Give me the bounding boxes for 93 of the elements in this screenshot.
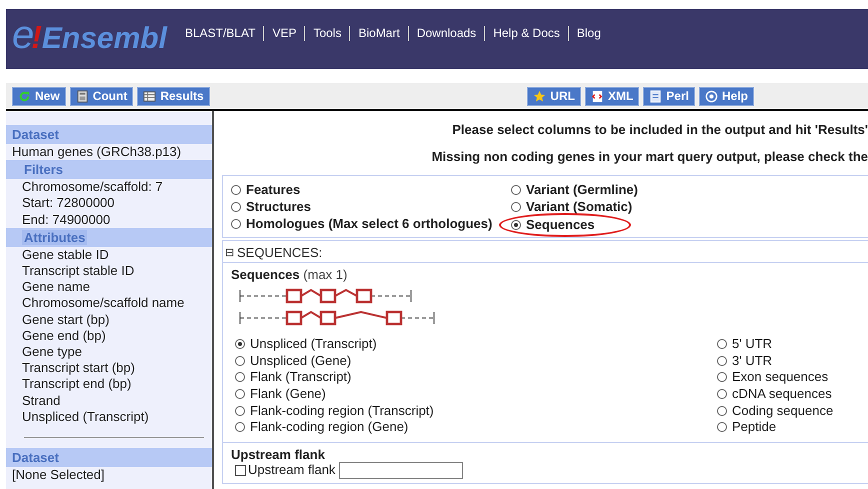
refresh-icon [18, 90, 31, 102]
sidebar-item: End: 74900000 [21, 212, 112, 228]
radio-option[interactable]: 5' UTR [717, 336, 772, 353]
option-label: Variant (Germline) [526, 182, 638, 198]
radio-option[interactable]: Flank (Gene) [235, 386, 326, 402]
radio-option[interactable]: Variant (Germline) [511, 181, 638, 198]
nav-link[interactable]: Downloads [408, 26, 484, 41]
option-label: 3' UTR [732, 352, 772, 369]
scroll-icon [649, 90, 662, 102]
radio-button[interactable] [231, 202, 241, 212]
option-label: Structures [246, 198, 312, 214]
calculator-icon [76, 90, 89, 102]
option-label: 5' UTR [732, 336, 772, 352]
radio-button[interactable] [235, 339, 245, 350]
radio-button[interactable] [511, 202, 521, 212]
option-label: Upstream flank [248, 462, 336, 478]
info-message: Missing non coding genes in your mart query output, please check the [430, 148, 868, 165]
sidebar-item: [None Selected] [11, 467, 106, 484]
radio-option[interactable]: Exon sequences [717, 369, 828, 386]
group-heading: Sequences (max 1) [231, 267, 348, 282]
option-label: Sequences [526, 216, 595, 232]
radio-button[interactable] [717, 389, 727, 400]
sidebar-item: Unspliced (Transcript) [21, 408, 150, 426]
sidebar-item: Gene name [21, 279, 91, 296]
radio-option[interactable]: Structures [231, 198, 312, 215]
collapse-toggle[interactable]: ⊟ [225, 246, 234, 259]
toolbar-button[interactable]: Perl [643, 86, 695, 106]
sidebar-item: Transcript start (bp) [21, 360, 136, 376]
radio-option[interactable]: Features [231, 181, 300, 198]
sidebar-item: Human genes (GRCh38.p13) [11, 144, 182, 160]
option-label: Unspliced (Gene) [250, 352, 352, 369]
toolbar-button[interactable]: Help [698, 86, 754, 106]
radio-option[interactable]: Coding sequence [717, 402, 834, 419]
option-label: cDNA sequences [732, 386, 832, 402]
sidebar-item: Chromosome/scaffold name [21, 295, 186, 312]
sidebar-item: Transcript end (bp) [21, 376, 132, 393]
nav-link[interactable]: BLAST/BLAT [176, 26, 264, 41]
section-title: SEQUENCES: [237, 245, 322, 260]
nav-link[interactable]: Help & Docs [484, 26, 568, 41]
toolbar-button[interactable]: Results [137, 86, 210, 106]
option-label: Flank (Transcript) [250, 369, 352, 386]
circled-radio-option[interactable]: Sequences [499, 213, 631, 237]
sidebar-item: Start: 72800000 [21, 195, 116, 212]
nav-link[interactable]: VEP [263, 26, 304, 41]
radio-button[interactable] [717, 406, 727, 416]
radio-button[interactable] [235, 389, 245, 400]
option-label: Coding sequence [732, 402, 834, 419]
toolbar-button[interactable]: New [12, 86, 66, 106]
radio-button[interactable] [717, 422, 727, 432]
sidebar-item: Chromosome/scaffold: 7 [21, 179, 164, 196]
info-message: Please select columns to be included in the output and hit 'Results' [451, 121, 868, 138]
sidebar-item: Gene type [21, 344, 83, 360]
sidebar-item: Transcript stable ID [21, 263, 136, 280]
radio-button[interactable] [231, 218, 241, 228]
radio-button[interactable] [235, 356, 245, 366]
radio-option[interactable]: Flank (Transcript) [235, 369, 352, 386]
sidebar-item: Strand [21, 392, 62, 409]
radio-button[interactable] [511, 184, 521, 194]
radio-button[interactable] [235, 406, 245, 416]
radio-button[interactable] [717, 356, 727, 366]
table-icon [143, 90, 156, 102]
toolbar-button[interactable]: XML [584, 86, 640, 106]
nav-link[interactable]: Blog [568, 26, 609, 41]
option-label: Variant (Somatic) [526, 198, 632, 214]
radio-button[interactable] [235, 422, 245, 432]
checkbox-option[interactable]: Upstream flank [223, 462, 464, 479]
radio-option[interactable]: Peptide [717, 418, 776, 436]
checkbox[interactable] [235, 464, 246, 476]
option-label: Peptide [732, 419, 776, 436]
radio-button[interactable] [511, 220, 521, 230]
sidebar-item: Gene start (bp) [21, 312, 110, 328]
option-label: Exon sequences [732, 369, 828, 386]
sidebar-item: Gene end (bp) [21, 328, 107, 344]
radio-button[interactable] [235, 372, 245, 382]
nav-link[interactable]: Tools [304, 26, 350, 41]
sidebar-item: Gene stable ID [21, 246, 110, 264]
document-icon [590, 90, 604, 102]
option-label: Flank (Gene) [250, 386, 326, 402]
radio-option[interactable]: Variant (Somatic) [511, 198, 632, 215]
toolbar-button[interactable]: Count [70, 86, 134, 106]
option-label: Features [246, 182, 300, 198]
star-icon [533, 90, 546, 102]
group-heading: Upstream flank [230, 446, 326, 462]
radio-option[interactable]: 3' UTR [717, 352, 772, 370]
radio-button[interactable] [717, 339, 727, 350]
radio-option[interactable]: Unspliced (Gene) [235, 352, 352, 370]
help-icon [704, 90, 718, 102]
radio-button[interactable] [231, 184, 241, 194]
nav-link[interactable]: BioMart [349, 26, 408, 41]
radio-option[interactable]: cDNA sequences [717, 386, 832, 402]
radio-button[interactable] [717, 372, 727, 382]
toolbar-button[interactable]: URL [527, 86, 581, 106]
input-field[interactable] [339, 462, 464, 479]
